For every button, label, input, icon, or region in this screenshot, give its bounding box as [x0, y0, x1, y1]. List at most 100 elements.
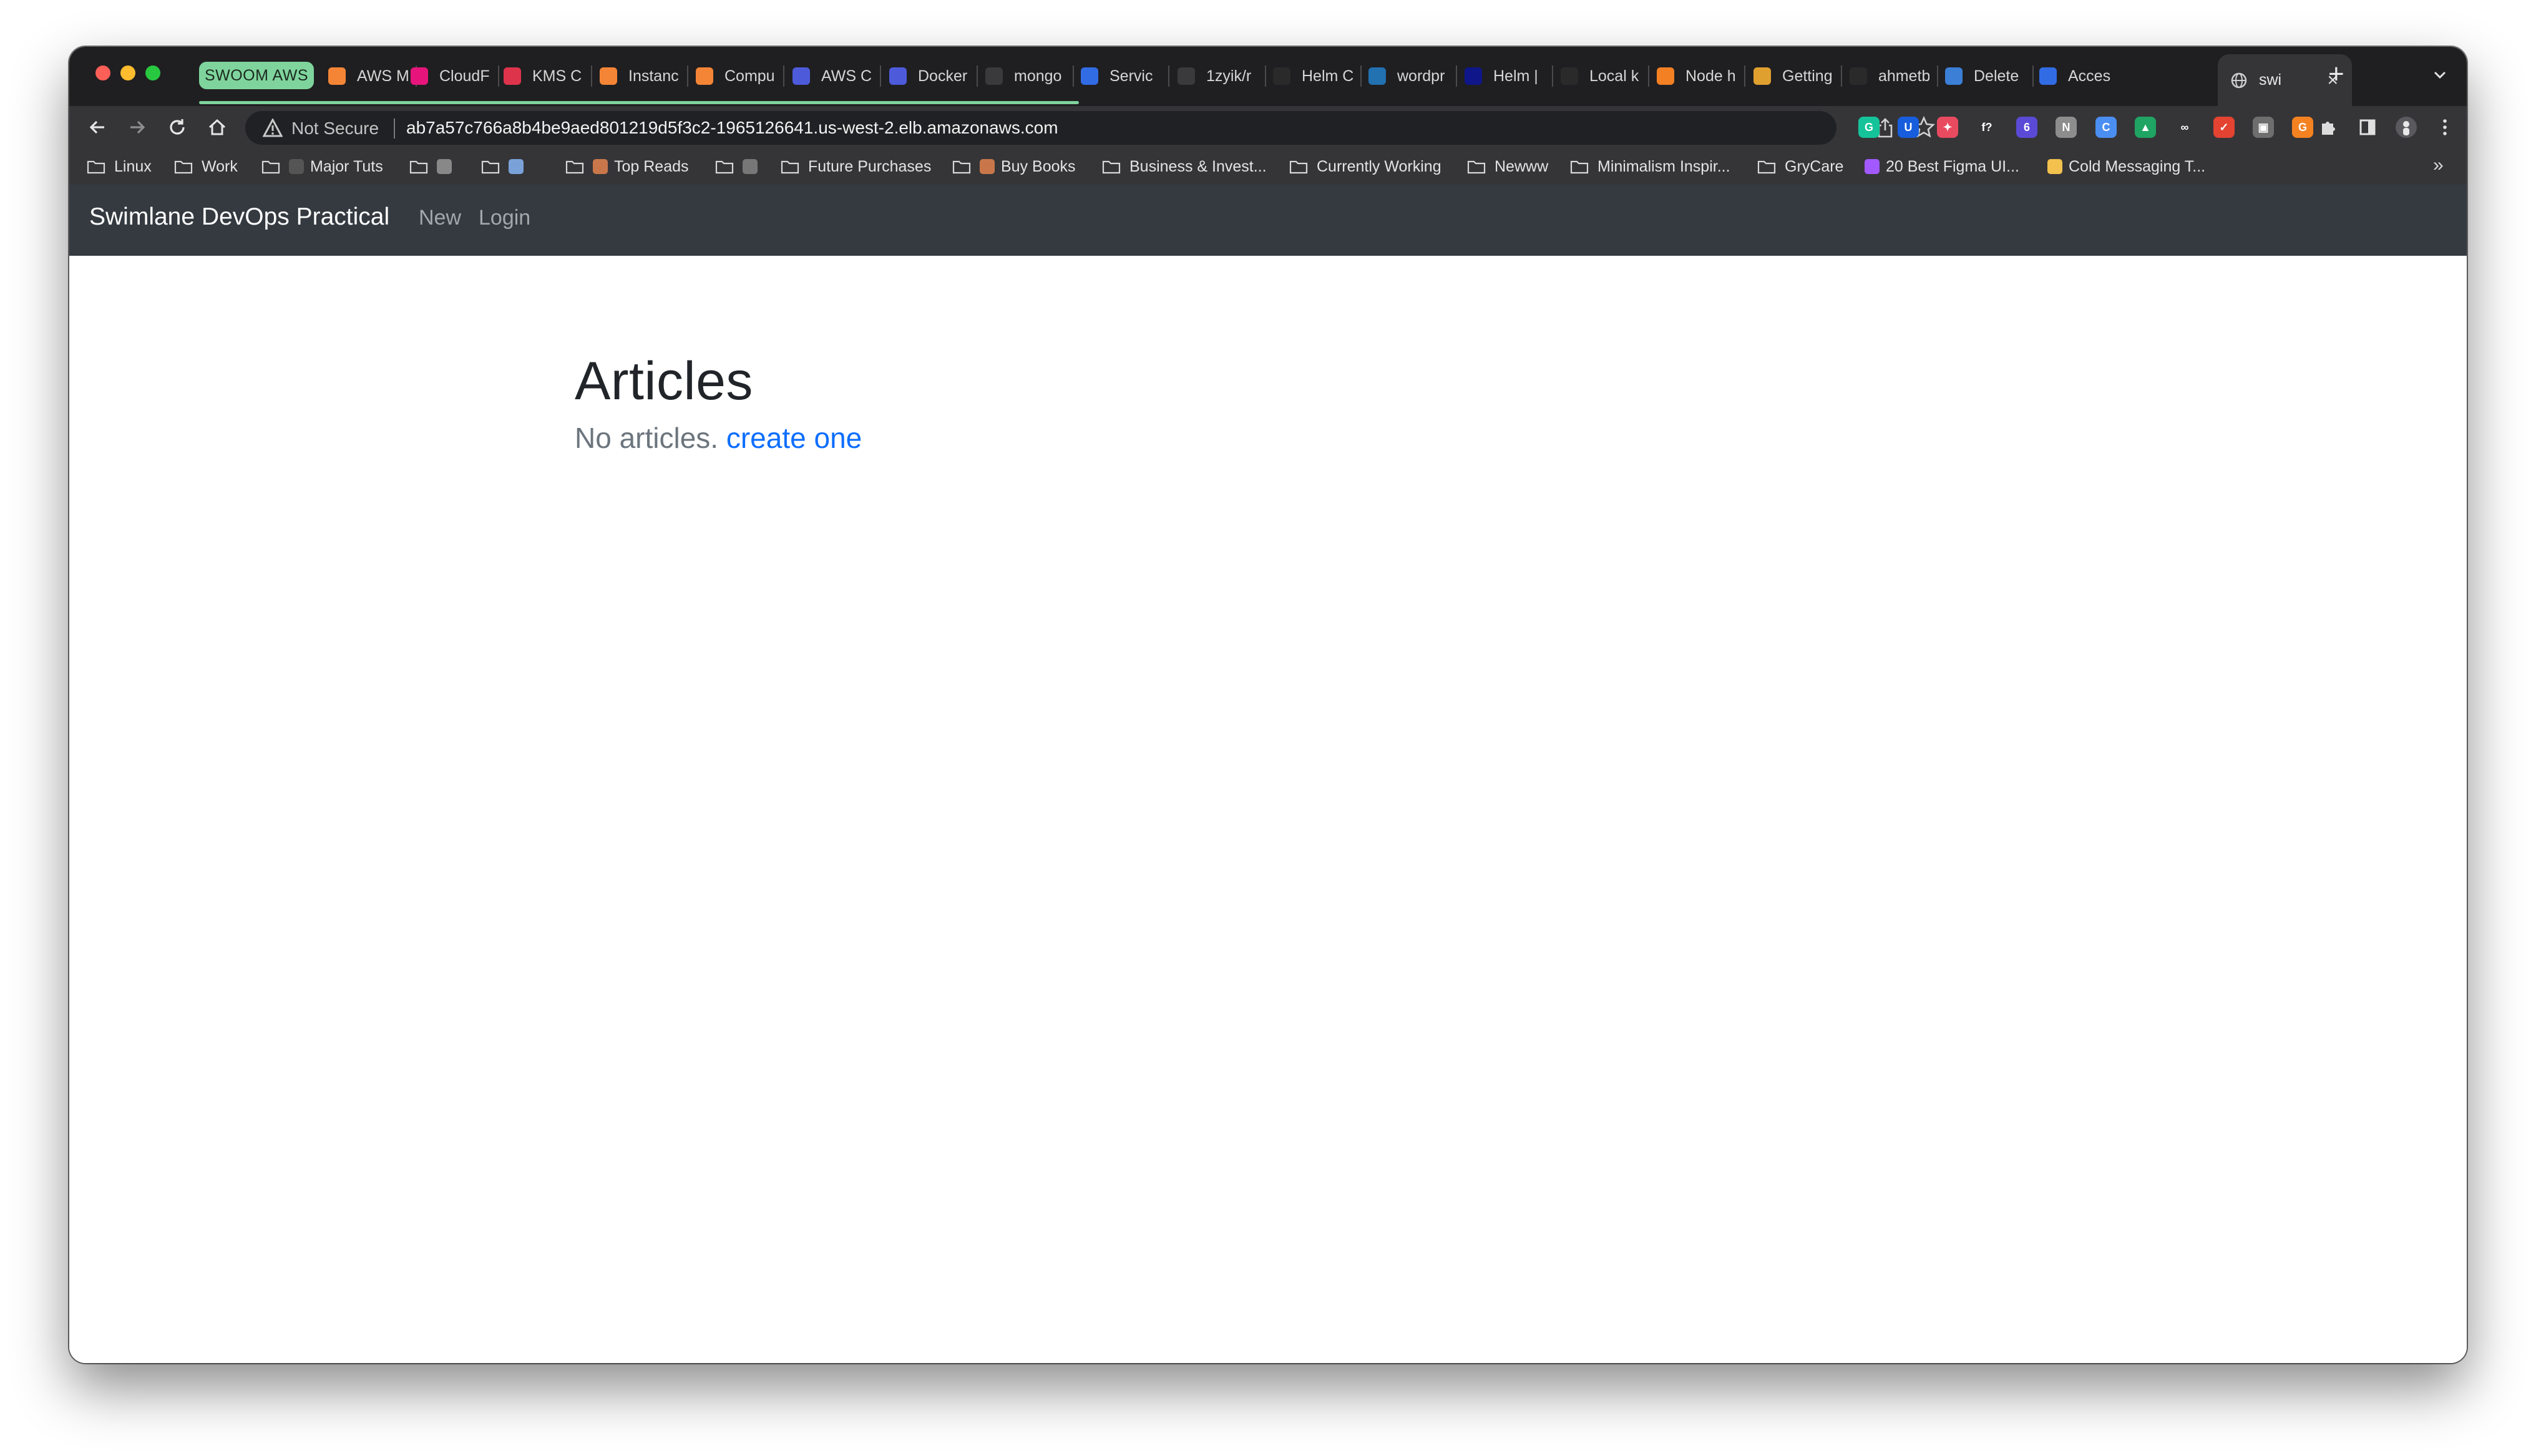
tab-9[interactable]: Servic	[1081, 57, 1161, 95]
tab-7[interactable]: Docker	[889, 57, 969, 95]
kubernetes-icon	[1081, 67, 1098, 85]
back-arrow-icon	[89, 120, 104, 134]
folder-icon	[1102, 160, 1121, 174]
side-panel-icon[interactable]	[2357, 117, 2378, 138]
honey-icon[interactable]: G	[2292, 117, 2313, 138]
tab-10[interactable]: 1zyik/r	[1178, 57, 1257, 95]
link-icon	[1178, 67, 1195, 85]
bookmark-item[interactable]: Linux	[87, 156, 152, 177]
bookmark-item[interactable]: Major Tuts	[261, 156, 383, 177]
tab-15[interactable]: Node h	[1657, 57, 1737, 95]
tab-group-label[interactable]: SWOOM AWS	[199, 62, 314, 89]
tab-19[interactable]: Acces	[2039, 57, 2119, 95]
digitalocean-icon	[1945, 67, 1963, 85]
bookmarks-overflow-button[interactable]: »	[2433, 155, 2444, 176]
close-window-button[interactable]	[95, 66, 110, 80]
todoist-icon[interactable]: ✓	[2213, 117, 2235, 138]
bookmark-item[interactable]: Business & Invest...	[1102, 156, 1267, 177]
url-text[interactable]: ab7a57c766a8b4be9aed801219d5f3c2-1965126…	[406, 118, 1058, 138]
bookmark-item[interactable]: Newww	[1467, 156, 1548, 177]
page-title: Articles	[575, 351, 753, 411]
bookmark-item[interactable]: Work	[174, 156, 238, 177]
tab-separator	[1841, 66, 1842, 87]
tab-6[interactable]: AWS C	[792, 57, 872, 95]
bookmark-item[interactable]: Future Purchases	[781, 156, 931, 177]
bookmark-item[interactable]	[715, 156, 764, 177]
nav-link-new[interactable]: New	[419, 206, 461, 230]
folder-icon	[715, 160, 734, 174]
tab-2[interactable]: CloudF	[411, 57, 490, 95]
tab-1[interactable]: AWS M	[328, 57, 408, 95]
cloudfront-icon	[411, 67, 428, 85]
tab-title: Node h	[1685, 67, 1736, 85]
bookmark-item[interactable]: Currently Working	[1289, 156, 1441, 177]
site-brand[interactable]: Swimlane DevOps Practical	[89, 203, 389, 231]
tab-title: Compu	[724, 67, 775, 85]
figma-icon	[1865, 159, 1880, 174]
warning-icon[interactable]	[262, 117, 283, 140]
security-label[interactable]: Not Secure	[291, 119, 379, 138]
folder-icon	[565, 160, 584, 174]
site-navbar: Swimlane DevOps Practical New Login	[69, 185, 2467, 256]
tab-16[interactable]: Getting	[1753, 57, 1833, 95]
google-drive-icon[interactable]: ▲	[2135, 117, 2156, 138]
zoom-window-button[interactable]	[145, 66, 160, 80]
new-tab-button[interactable]: +	[2328, 61, 2344, 88]
bookmark-item[interactable]	[481, 156, 530, 177]
bitwarden-icon[interactable]: U	[1898, 117, 1919, 138]
sync-icon[interactable]: C	[2095, 117, 2117, 138]
tab-title: Helm |	[1493, 67, 1538, 85]
glasses-icon[interactable]: ∞	[2174, 117, 2195, 138]
bookmark-item[interactable]: 20 Best Figma UI...	[1865, 156, 2019, 177]
tab-5[interactable]: Compu	[696, 57, 776, 95]
back-button[interactable]	[85, 115, 109, 139]
bookmark-item[interactable]	[409, 156, 458, 177]
tab-title: Servic	[1110, 67, 1153, 85]
tab-17[interactable]: ahmetb	[1850, 57, 1929, 95]
compute-icon	[696, 67, 713, 85]
notion-icon[interactable]: N	[2056, 117, 2077, 138]
tab-3[interactable]: KMS C	[504, 57, 583, 95]
home-button[interactable]	[205, 115, 229, 139]
tab-title: 1zyik/r	[1206, 67, 1252, 85]
extensions-puzzle-icon[interactable]	[2318, 117, 2339, 138]
profile-avatar[interactable]	[2396, 117, 2417, 138]
create-article-link[interactable]: create one	[726, 422, 862, 454]
grammarly-icon[interactable]: G	[1858, 117, 1880, 138]
medium-icon	[1273, 67, 1290, 85]
bookmark-label: Newww	[1495, 157, 1549, 175]
tab-title: Local k	[1589, 67, 1639, 85]
fontface-icon[interactable]: f?	[1976, 117, 1997, 138]
minimize-window-button[interactable]	[120, 66, 135, 80]
bookmark-item[interactable]: Top Reads	[565, 156, 689, 177]
tab-18[interactable]: Delete	[1945, 57, 2025, 95]
nav-link-login[interactable]: Login	[479, 206, 530, 230]
page-content: Articles No articles. create one	[69, 256, 2467, 1363]
tab-title: Delete	[1974, 67, 2019, 85]
reload-button[interactable]	[165, 115, 189, 139]
folder-icon	[87, 160, 105, 174]
handshake-icon	[2047, 159, 2062, 174]
wordpress-icon	[1368, 67, 1386, 85]
forward-arrow-icon	[130, 120, 145, 134]
tab-4[interactable]: Instanc	[600, 57, 680, 95]
chevron-down-icon[interactable]	[2431, 66, 2449, 84]
bookmark-item[interactable]: Buy Books	[952, 156, 1076, 177]
bookmark-item[interactable]: GryCare	[1757, 156, 1843, 177]
forward-button[interactable]	[125, 115, 149, 139]
bookmark-item[interactable]: Cold Messaging T...	[2047, 156, 2205, 177]
tab-title: Helm C	[1302, 67, 1353, 85]
bookmark-label: Major Tuts	[310, 157, 383, 175]
address-bar[interactable]: Not Secure ab7a57c766a8b4be9aed801219d5f…	[245, 111, 1935, 145]
bookmark-item[interactable]: Minimalism Inspir...	[1570, 156, 1730, 177]
tab-11[interactable]: Helm C	[1273, 57, 1353, 95]
camera-icon[interactable]: ▣	[2253, 117, 2274, 138]
tab-14[interactable]: Local k	[1561, 57, 1641, 95]
tab-12[interactable]: wordpr	[1368, 57, 1448, 95]
tab-13[interactable]: Helm |	[1465, 57, 1544, 95]
folder-icon	[1570, 160, 1589, 174]
multi-account-icon[interactable]: 6	[2016, 117, 2037, 138]
kebab-menu-icon[interactable]	[2434, 117, 2456, 138]
colorpicker-icon[interactable]: ✦	[1937, 117, 1958, 138]
tab-8[interactable]: mongo	[985, 57, 1065, 95]
